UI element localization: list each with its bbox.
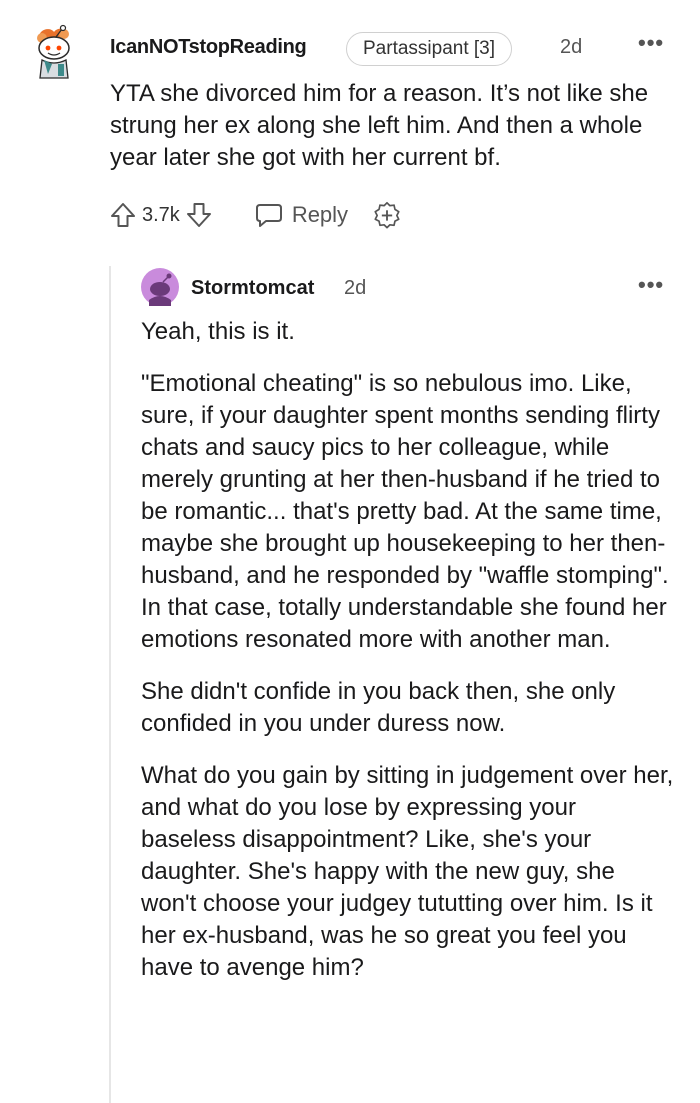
downvote-arrow-icon[interactable] [184, 199, 214, 231]
comment-author[interactable]: IcanNOTstopReading [110, 36, 307, 59]
comment-body: YTA she divorced him for a reason. It’s … [110, 80, 649, 171]
award-plus-icon[interactable] [372, 199, 402, 231]
more-options-icon[interactable]: ••• [638, 272, 664, 298]
vote-score: 3.7k [142, 203, 180, 226]
reply-author[interactable]: Stormtomcat [191, 277, 314, 300]
upvote-arrow-icon[interactable] [108, 199, 138, 231]
avatar-snoo-icon[interactable] [28, 24, 84, 80]
reply-button[interactable]: Reply [254, 199, 348, 231]
more-options-icon[interactable]: ••• [638, 30, 664, 56]
reply-paragraph: She didn't confide in you back then, she… [141, 678, 616, 737]
thread-line[interactable] [109, 266, 111, 1103]
reply-paragraph: "Emotional cheating" is so nebulous imo.… [141, 370, 669, 653]
reply-paragraph: What do you gain by sitting in judgement… [141, 762, 674, 981]
comment-action-bar: 3.7k Reply [108, 198, 402, 232]
reply-timestamp: 2d [344, 277, 367, 299]
reply-body: Yeah, this is it. "Emotional cheating" i… [141, 316, 676, 1004]
comment-timestamp: 2d [560, 36, 583, 58]
user-flair-badge: Partassipant [3] [346, 32, 513, 66]
reply-paragraph: Yeah, this is it. [141, 318, 295, 345]
avatar-snoo-icon[interactable] [141, 268, 179, 306]
speech-bubble-icon [254, 199, 284, 231]
reply-label: Reply [291, 202, 349, 227]
